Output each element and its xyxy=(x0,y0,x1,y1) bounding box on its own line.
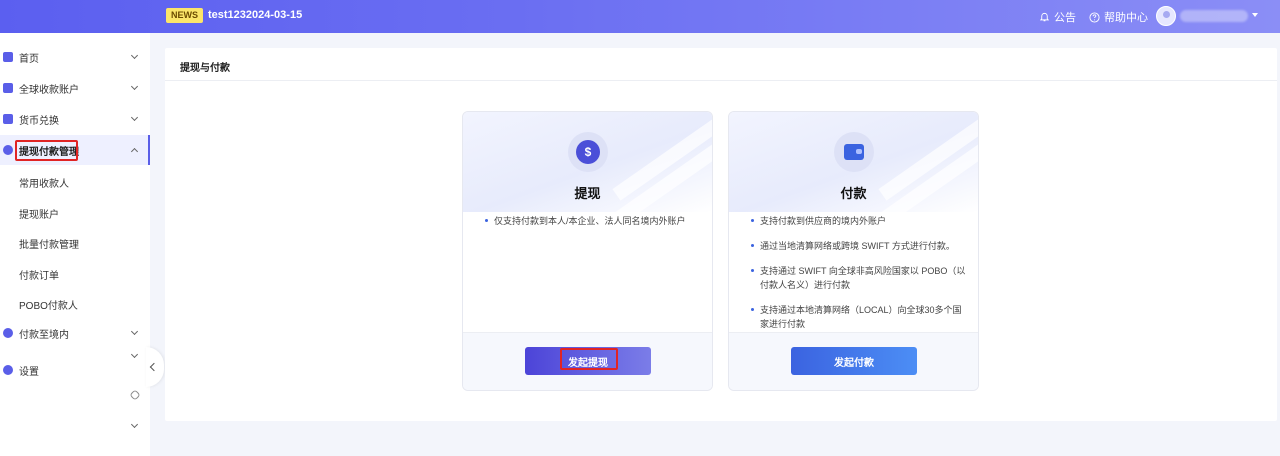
card-title: 提现 xyxy=(574,186,601,201)
top-header: NEWS test1232024-03-15 公告 帮助中心 xyxy=(0,0,1280,33)
gear-icon xyxy=(3,365,13,375)
initiate-payment-button[interactable]: 发起付款 xyxy=(791,347,917,375)
sidebar-item-home[interactable]: 首页 xyxy=(0,42,150,72)
announcement-link[interactable]: 公告 xyxy=(1039,9,1076,25)
sidebar-item-label: 全球收款账户 xyxy=(19,84,79,96)
news-ticker[interactable]: test1232024-03-15 xyxy=(208,9,302,21)
chevron-down-icon xyxy=(130,113,139,122)
highlight-box xyxy=(15,140,78,161)
sidebar-item-label: 设置 xyxy=(19,366,39,378)
feature-list: 仅支持付款到本人/本企业、法人同名境内外账户 xyxy=(485,214,700,239)
wallet-icon xyxy=(834,132,874,172)
sidebar-item-settings[interactable]: 设置 xyxy=(0,350,150,385)
chevron-down-icon[interactable] xyxy=(130,420,139,429)
sidebar-collapse-button[interactable] xyxy=(146,347,164,387)
bell-icon xyxy=(1039,12,1050,21)
sub-item-common-payees[interactable]: 常用收款人 xyxy=(19,175,69,190)
feature-item: 仅支持付款到本人/本企业、法人同名境内外账户 xyxy=(485,214,700,228)
feature-list: 支持付款到供应商的境内外账户 通过当地清算网络或跨境 SWIFT 方式进行付款。… xyxy=(751,214,966,342)
withdraw-card: $ 提现 仅支持付款到本人/本企业、法人同名境内外账户 发起提现 xyxy=(462,111,713,391)
help-center-label: 帮助中心 xyxy=(1104,12,1148,24)
help-center-link[interactable]: 帮助中心 xyxy=(1089,9,1148,25)
sidebar-item-label: 货币兑换 xyxy=(19,115,59,127)
chevron-down-icon xyxy=(130,51,139,60)
news-badge: NEWS xyxy=(166,8,203,23)
feature-item: 支持通过本地清算网络（LOCAL）向全球30多个国家进行付款 xyxy=(751,303,966,331)
announcement-label: 公告 xyxy=(1054,12,1076,24)
sidebar-item-label: 付款至境内 xyxy=(19,329,69,341)
sidebar-item-global-accounts[interactable]: 全球收款账户 xyxy=(0,73,150,103)
link-icon[interactable] xyxy=(129,389,141,401)
card-title: 付款 xyxy=(840,186,867,201)
chevron-up-icon xyxy=(130,147,139,156)
payment-icon xyxy=(3,328,13,338)
chevron-down-icon xyxy=(130,82,139,91)
sidebar-item-domestic-payment[interactable]: 付款至境内 xyxy=(0,318,150,348)
initiate-withdraw-button[interactable]: 发起提现 xyxy=(525,347,651,375)
sub-item-pobo-payers[interactable]: POBO付款人 xyxy=(19,297,78,312)
feature-item: 通过当地清算网络或跨境 SWIFT 方式进行付款。 xyxy=(751,239,966,253)
exchange-icon xyxy=(3,114,13,124)
help-circle-icon xyxy=(1089,11,1100,23)
caret-down-icon[interactable] xyxy=(1252,13,1258,17)
dashboard-icon xyxy=(3,52,13,62)
chevron-down-icon xyxy=(130,327,139,336)
sub-item-payment-orders[interactable]: 付款订单 xyxy=(19,267,59,282)
sidebar: 首页 全球收款账户 货币兑换 提现付款管理 常用收款人 提现账户 批量付款管理 … xyxy=(0,33,150,456)
sidebar-expander[interactable] xyxy=(0,411,150,441)
highlight-box xyxy=(560,348,618,370)
feature-item: 支持通过 SWIFT 向全球非高风险国家以 POBO（以付款人名义）进行付款 xyxy=(751,264,966,292)
withdraw-payment-panel: 提现与付款 $ 提现 仅支持付款到本人/本企业、法人同名境内外账户 发起提现 付… xyxy=(165,48,1277,421)
user-avatar[interactable] xyxy=(1156,6,1176,26)
dollar-coin-icon xyxy=(3,145,13,155)
divider xyxy=(165,80,1277,81)
card-footer: 发起提现 xyxy=(463,332,712,390)
page-title: 提现与付款 xyxy=(180,63,230,74)
sub-item-withdraw-accounts[interactable]: 提现账户 xyxy=(19,206,59,221)
sub-item-batch-payment[interactable]: 批量付款管理 xyxy=(19,236,79,251)
button-label: 发起付款 xyxy=(834,357,874,369)
sidebar-item-withdraw-payment[interactable]: 提现付款管理 xyxy=(0,135,150,165)
chevron-down-icon[interactable] xyxy=(130,350,139,359)
sidebar-item-label: 首页 xyxy=(19,53,39,65)
sidebar-item-currency-exchange[interactable]: 货币兑换 xyxy=(0,104,150,134)
money-bag-icon: $ xyxy=(568,132,608,172)
user-name-redacted[interactable] xyxy=(1180,10,1248,22)
feature-item: 支持付款到供应商的境内外账户 xyxy=(751,214,966,228)
wallet-icon xyxy=(3,83,13,93)
payment-card: 付款 支持付款到供应商的境内外账户 通过当地清算网络或跨境 SWIFT 方式进行… xyxy=(728,111,979,391)
card-footer: 发起付款 xyxy=(729,332,978,390)
